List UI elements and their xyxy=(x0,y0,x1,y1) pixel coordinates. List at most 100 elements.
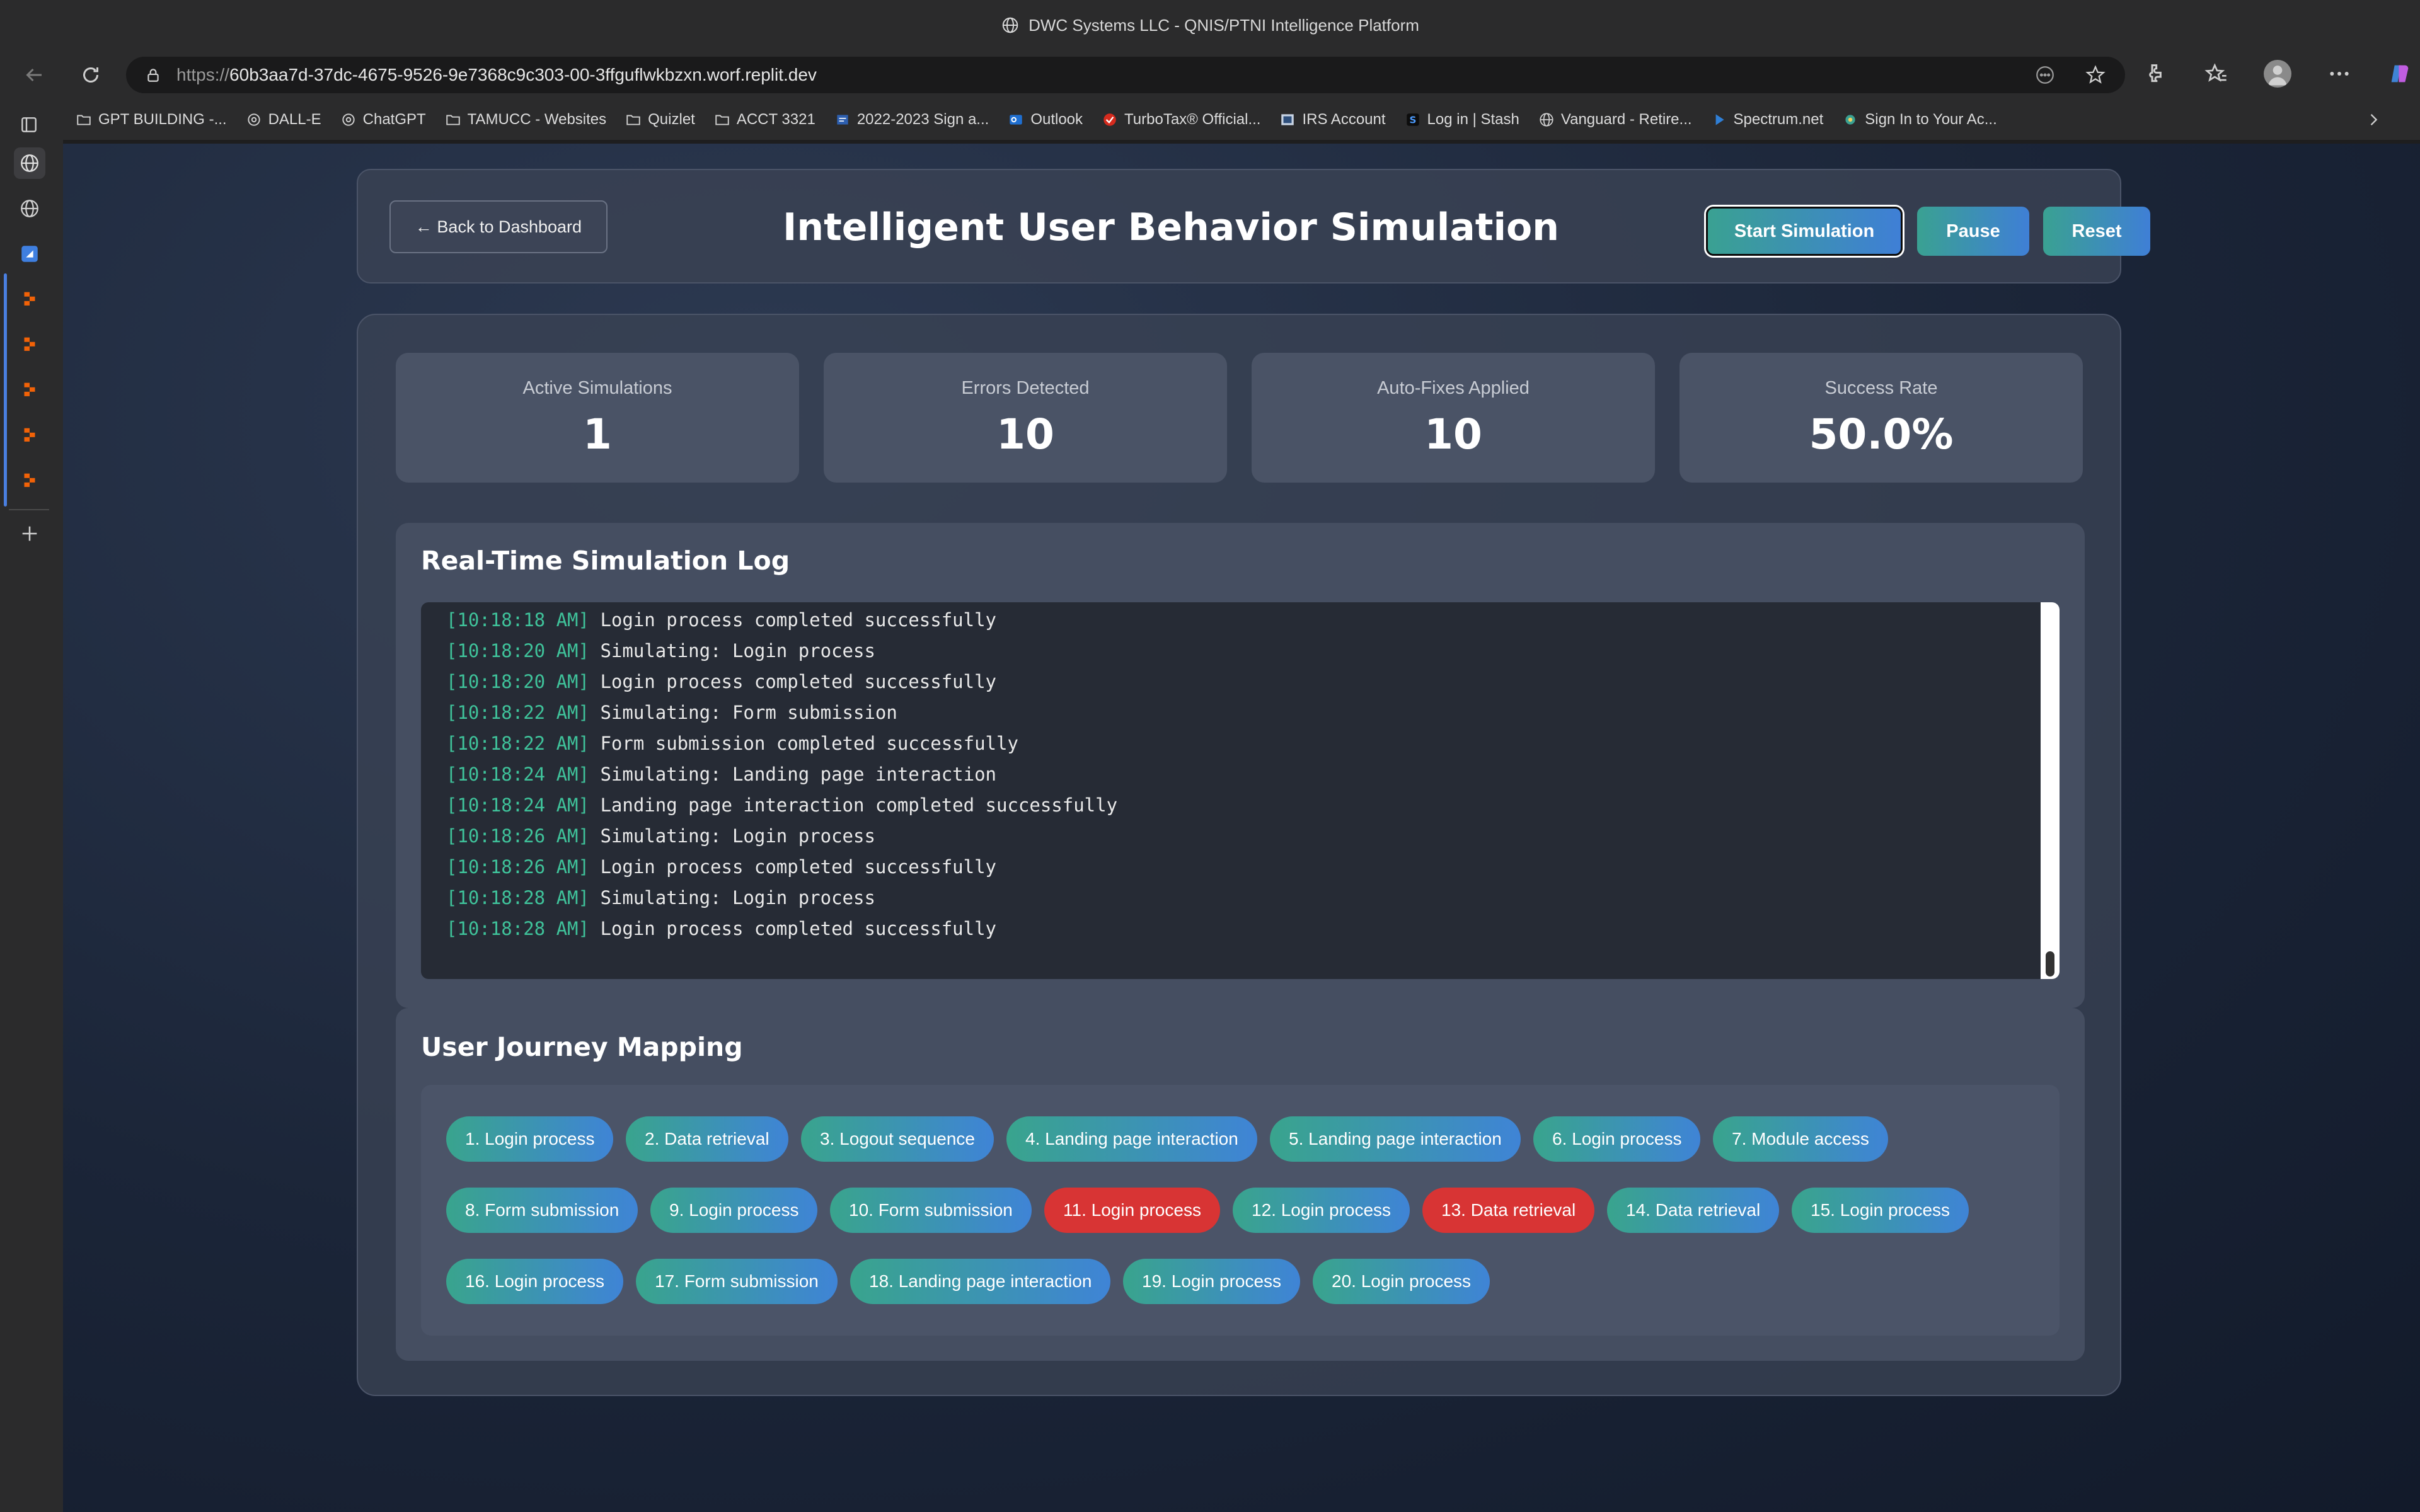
bookmark-item[interactable]: Vanguard - Retire... xyxy=(1538,111,1692,129)
bookmark-item[interactable]: Sign In to Your Ac... xyxy=(1842,111,1997,129)
irs-icon xyxy=(1279,112,1296,128)
openai-icon xyxy=(340,112,357,128)
tab-item[interactable] xyxy=(14,465,45,496)
bookmark-item[interactable]: S Log in | Stash xyxy=(1405,111,1519,129)
journey-step-pill[interactable]: 15. Login process xyxy=(1792,1188,1969,1233)
section-title: User Journey Mapping xyxy=(421,1032,743,1062)
window-titlebar: DWC Systems LLC - QNIS/PTNI Intelligence… xyxy=(0,0,2420,50)
log-entry: [10:18:20 AM] Simulating: Login process xyxy=(446,636,1117,667)
bookmark-item[interactable]: DALL-E xyxy=(246,111,321,129)
globe-icon xyxy=(1002,17,1018,33)
bookmark-item[interactable]: TurboTax® Official... xyxy=(1102,111,1260,129)
folder-icon xyxy=(76,112,92,128)
tab-item[interactable] xyxy=(14,193,45,224)
extensions-icon[interactable] xyxy=(2143,61,2168,86)
plus-icon xyxy=(22,526,37,541)
bookmark-item[interactable]: 2022-2023 Sign a... xyxy=(834,111,989,129)
tab-item[interactable] xyxy=(14,420,45,451)
favorites-icon[interactable] xyxy=(2203,61,2228,86)
new-tab-button[interactable] xyxy=(14,518,45,549)
log-message: Login process completed successfully xyxy=(589,609,996,631)
journey-step-pill[interactable]: 7. Module access xyxy=(1713,1116,1888,1162)
stat-label: Active Simulations xyxy=(522,378,672,398)
chevron-right-icon[interactable] xyxy=(2365,111,2382,133)
back-arrow-icon[interactable] xyxy=(19,60,49,90)
journey-step-pill[interactable]: 11. Login process xyxy=(1044,1188,1220,1233)
log-timestamp: [10:18:26 AM] xyxy=(446,856,589,878)
journey-step-pill[interactable]: 16. Login process xyxy=(446,1259,624,1304)
address-bar[interactable]: https://60b3aa7d-37dc-4675-9526-9e7368c9… xyxy=(126,57,2125,93)
journey-step-pill[interactable]: 3. Logout sequence xyxy=(801,1116,994,1162)
stat-value: 10 xyxy=(1424,410,1482,459)
profile-avatar[interactable] xyxy=(2264,60,2291,88)
bookmark-label: Outlook xyxy=(1030,111,1083,128)
bookmark-item[interactable]: GPT BUILDING -... xyxy=(76,111,227,129)
url-host: 60b3aa7d-37dc-4675-9526-9e7368c9c303-00-… xyxy=(229,65,817,84)
simulation-log-section: Real-Time Simulation Log [10:18:18 AM] L… xyxy=(396,523,2085,1008)
journey-step-pill[interactable]: 17. Form submission xyxy=(636,1259,838,1304)
bookmark-label: Log in | Stash xyxy=(1427,111,1519,128)
tab-actions-icon[interactable] xyxy=(19,115,39,135)
journey-step-pill[interactable]: 19. Login process xyxy=(1123,1259,1301,1304)
pause-button[interactable]: Pause xyxy=(1917,207,2029,256)
bookmark-label: IRS Account xyxy=(1302,111,1386,128)
journey-step-pill[interactable]: 8. Form submission xyxy=(446,1188,638,1233)
tab-item[interactable] xyxy=(14,238,45,270)
bookmark-item[interactable]: ACCT 3321 xyxy=(714,111,815,129)
more-menu-icon[interactable] xyxy=(2327,61,2352,86)
log-timestamp: [10:18:22 AM] xyxy=(446,702,589,723)
tab-item[interactable] xyxy=(14,329,45,360)
log-message: Login process completed successfully xyxy=(589,856,996,878)
sidebar-divider xyxy=(9,509,49,510)
reload-icon[interactable] xyxy=(76,60,106,90)
journey-step-pill[interactable]: 5. Landing page interaction xyxy=(1270,1116,1521,1162)
folder-icon xyxy=(625,112,642,128)
start-simulation-button[interactable]: Start Simulation xyxy=(1706,207,1903,256)
bookmark-item[interactable]: Outlook xyxy=(1008,111,1083,129)
bookmark-item[interactable]: Spectrum.net xyxy=(1711,111,1823,129)
bookmark-item[interactable]: TAMUCC - Websites xyxy=(445,111,606,129)
window-title: DWC Systems LLC - QNIS/PTNI Intelligence… xyxy=(1028,15,1419,35)
journey-step-pill[interactable]: 9. Login process xyxy=(650,1188,818,1233)
tab-item[interactable] xyxy=(14,374,45,406)
globe-icon xyxy=(21,200,38,217)
journey-step-pill[interactable]: 10. Form submission xyxy=(830,1188,1032,1233)
tab-item[interactable] xyxy=(14,284,45,315)
journey-step-pill[interactable]: 13. Data retrieval xyxy=(1422,1188,1595,1233)
reader-mode-icon[interactable] xyxy=(2034,64,2056,86)
log-console[interactable]: [10:18:18 AM] Login process completed su… xyxy=(421,602,2060,979)
bookmark-item[interactable]: ChatGPT xyxy=(340,111,426,129)
favorite-star-icon[interactable] xyxy=(2085,64,2106,86)
stat-label: Errors Detected xyxy=(961,378,1090,398)
log-message: Form submission completed successfully xyxy=(589,733,1018,754)
log-entry: [10:18:28 AM] Simulating: Login process xyxy=(446,883,1117,914)
browser-sidebar xyxy=(0,117,63,1512)
journey-step-pill[interactable]: 4. Landing page interaction xyxy=(1006,1116,1257,1162)
bookmark-label: TurboTax® Official... xyxy=(1124,111,1261,128)
scrollbar-thumb[interactable] xyxy=(2046,951,2054,976)
turbotax-icon xyxy=(1102,112,1118,128)
log-message: Login process completed successfully xyxy=(589,671,996,692)
url-protocol: https:// xyxy=(176,65,230,84)
stat-value: 10 xyxy=(996,410,1054,459)
log-message: Simulating: Landing page interaction xyxy=(589,764,996,785)
bookmark-item[interactable]: Quizlet xyxy=(625,111,695,129)
bookmark-label: Vanguard - Retire... xyxy=(1560,111,1692,128)
copilot-icon[interactable] xyxy=(2387,61,2412,86)
log-scrollbar[interactable] xyxy=(2041,602,2060,979)
stat-active-simulations: Active Simulations 1 xyxy=(396,353,799,483)
journey-step-pill[interactable]: 1. Login process xyxy=(446,1116,614,1162)
journey-step-pill[interactable]: 20. Login process xyxy=(1313,1259,1490,1304)
lock-icon xyxy=(147,69,159,82)
tab-active[interactable] xyxy=(14,147,45,179)
journey-step-pill[interactable]: 14. Data retrieval xyxy=(1607,1188,1780,1233)
openai-icon xyxy=(246,112,262,128)
journey-step-pill[interactable]: 12. Login process xyxy=(1233,1188,1410,1233)
journey-step-pill[interactable]: 18. Landing page interaction xyxy=(850,1259,1111,1304)
journey-step-pill[interactable]: 6. Login process xyxy=(1533,1116,1701,1162)
journey-step-pill[interactable]: 2. Data retrieval xyxy=(626,1116,788,1162)
reset-button[interactable]: Reset xyxy=(2043,207,2150,256)
bookmark-item[interactable]: IRS Account xyxy=(1279,111,1386,129)
back-to-dashboard-button[interactable]: ← Back to Dashboard xyxy=(389,200,608,253)
log-entry: [10:18:26 AM] Login process completed su… xyxy=(446,852,1117,883)
